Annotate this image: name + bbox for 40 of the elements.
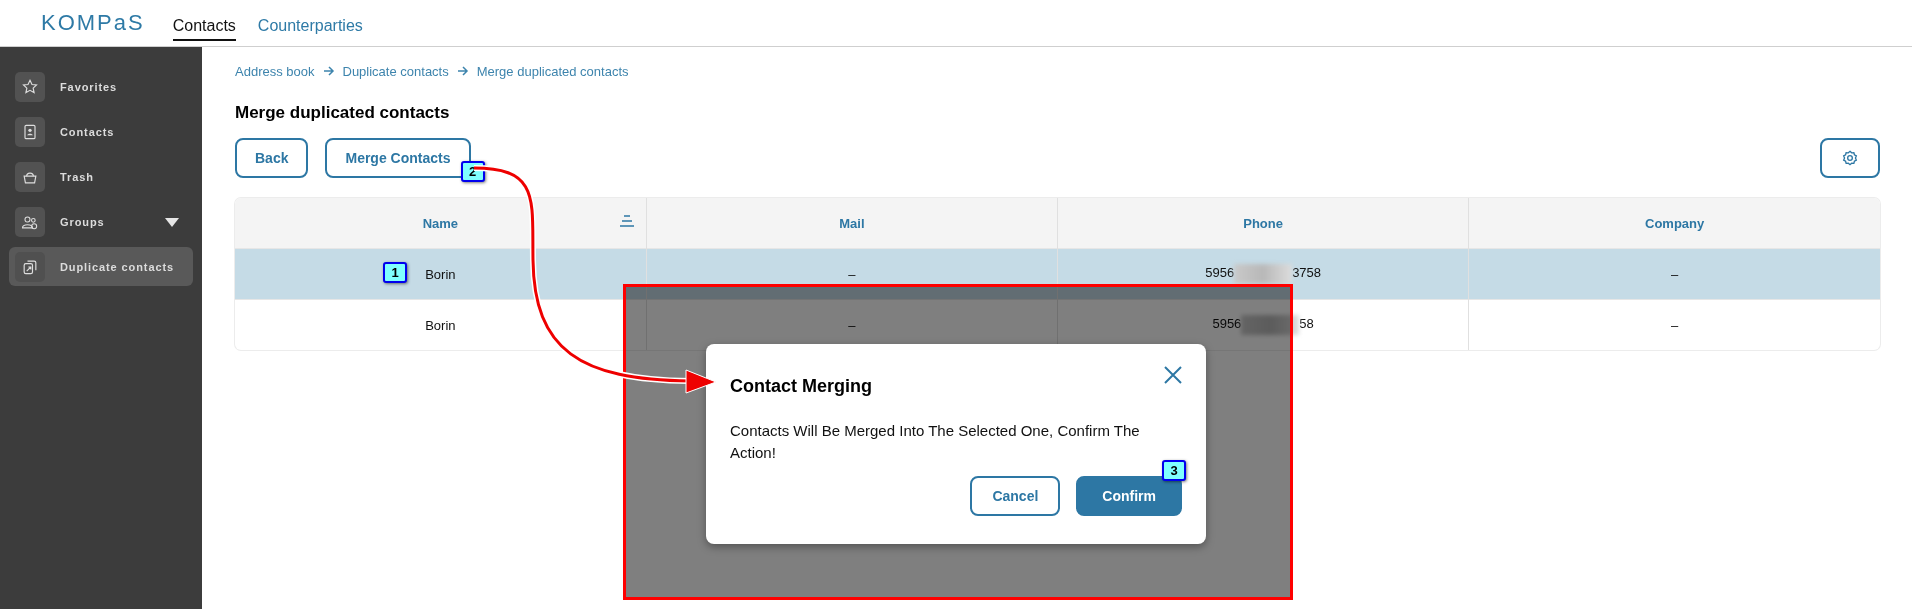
toolbar-button[interactable]: Back bbox=[235, 138, 309, 178]
sidebar-item[interactable]: Favorites bbox=[9, 67, 193, 106]
sidebar-item[interactable]: Groups bbox=[9, 202, 193, 241]
close-icon bbox=[1164, 366, 1182, 384]
sidebar-item[interactable]: Contacts bbox=[9, 112, 193, 151]
table-cell: – bbox=[848, 266, 856, 282]
settings-button[interactable] bbox=[1820, 138, 1880, 178]
phone-text: 3758 bbox=[1292, 265, 1322, 281]
table-cell: Borin bbox=[425, 266, 456, 282]
column-header[interactable]: Phone bbox=[1057, 198, 1469, 249]
dialog-button[interactable]: Cancel bbox=[970, 476, 1061, 516]
redaction-blur bbox=[1241, 315, 1300, 335]
breadcrumb-link[interactable]: Duplicate contacts bbox=[342, 63, 449, 79]
phone-text: 5956 bbox=[1205, 265, 1235, 281]
redaction-blur bbox=[1234, 264, 1293, 284]
dialog-title: Contact Merging bbox=[730, 375, 872, 397]
table-cell: – bbox=[1671, 317, 1679, 333]
dialog-button[interactable]: Confirm bbox=[1076, 476, 1182, 516]
table-cell: Borin bbox=[425, 317, 456, 333]
sort-icon[interactable] bbox=[619, 215, 634, 227]
callout-badge: 1 bbox=[383, 262, 407, 283]
column-header[interactable]: Mail bbox=[646, 198, 1058, 249]
callout-badge: 3 bbox=[1162, 460, 1186, 481]
phone-text: 5956 bbox=[1212, 316, 1242, 332]
phone-text: 58 bbox=[1299, 316, 1314, 332]
dialog-message: Contacts Will Be Merged Into The Selected One, Confirm The Action! bbox=[730, 421, 1141, 463]
sidebar-item[interactable]: Trash bbox=[9, 157, 193, 196]
table-cell: – bbox=[848, 317, 856, 333]
page-title: Merge duplicated contacts bbox=[235, 103, 451, 123]
sidebar-item[interactable]: Duplicate contacts bbox=[9, 247, 193, 286]
settings-icon bbox=[1842, 150, 1858, 166]
nav-tab[interactable]: Contacts bbox=[172, 5, 236, 41]
table-cell: – bbox=[1671, 266, 1679, 282]
arrow-right-icon bbox=[322, 65, 335, 76]
nav-tab[interactable]: Counterparties bbox=[257, 5, 363, 41]
breadcrumb-link[interactable]: Address book bbox=[235, 63, 315, 79]
column-header[interactable]: Name bbox=[235, 198, 647, 249]
logo: KOMPaS bbox=[40, 10, 145, 36]
arrow-right-icon bbox=[456, 65, 469, 76]
column-header[interactable]: Company bbox=[1468, 198, 1880, 249]
